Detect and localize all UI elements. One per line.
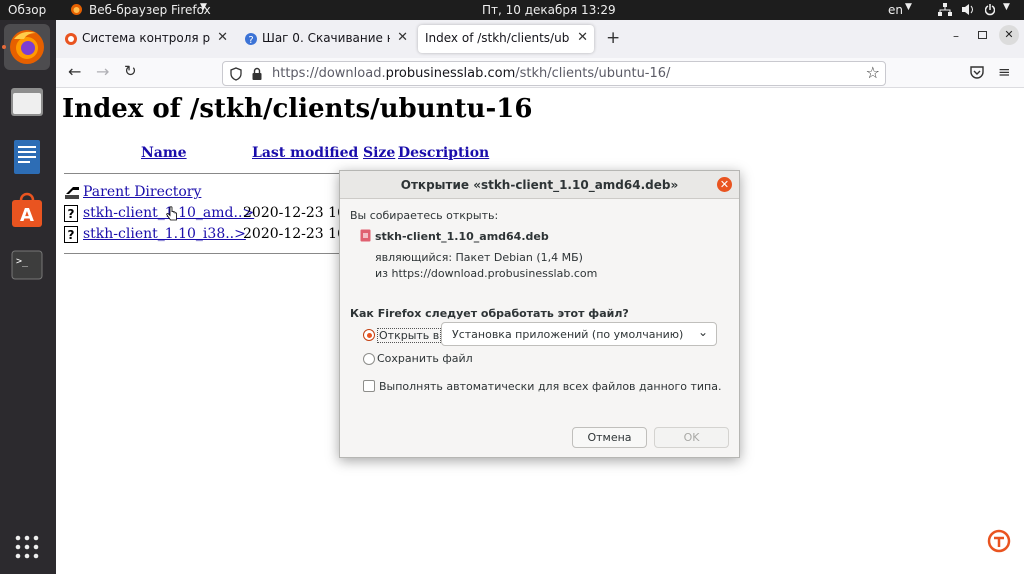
tab-bar: Система контроля рабо ✕ ? Шаг 0. Скачива… [56, 20, 1024, 58]
url-bar[interactable]: https://download.probusinesslab.com/stkh… [222, 61, 886, 86]
chevron-down-icon: ▼ [200, 2, 207, 12]
dock-terminal[interactable]: >_ [4, 242, 50, 288]
svg-text:A: A [20, 205, 34, 226]
divider [64, 173, 346, 174]
chevron-down-icon: ▼ [905, 2, 912, 12]
maximize-icon[interactable] [978, 31, 987, 39]
tab-1[interactable]: Система контроля рабо ✕ [58, 25, 234, 53]
top-bar: Обзор Веб-браузер Firefox ▼ Пт, 10 декаб… [0, 0, 1024, 20]
app-grid-icon[interactable] [14, 534, 40, 560]
file-date: 2020-12-23 16 [243, 226, 346, 242]
clock[interactable]: Пт, 10 декабря 13:29 [482, 3, 616, 17]
dock-writer[interactable] [4, 134, 50, 180]
column-name-link[interactable]: Name [141, 145, 187, 161]
language-indicator[interactable]: en [888, 3, 903, 17]
bookmark-star-icon[interactable]: ☆ [866, 63, 880, 82]
chevron-down-icon: ▼ [1003, 2, 1010, 12]
open-with-radio[interactable] [363, 329, 375, 341]
ok-button[interactable]: OK [654, 427, 729, 448]
dock: A >_ [0, 20, 56, 574]
column-modified-link[interactable]: Last modified [252, 145, 358, 161]
auto-action-checkbox[interactable] [363, 380, 375, 392]
terminal-icon: >_ [11, 250, 43, 280]
tab-title: Система контроля рабо [82, 31, 210, 45]
column-size-link[interactable]: Size [363, 145, 395, 161]
save-file-label[interactable]: Сохранить файл [377, 352, 473, 365]
application-select[interactable]: Установка приложений (по умолчанию) ⌄ [441, 322, 717, 346]
unknown-file-icon: ? [64, 226, 78, 243]
divider [64, 253, 346, 254]
back-folder-icon [65, 187, 79, 199]
menu-icon[interactable]: ≡ [998, 63, 1011, 81]
svg-text:>_: >_ [16, 256, 29, 267]
about-to-open-label: Вы собираетесь открыть: [350, 209, 499, 222]
url-text: https://download.probusinesslab.com/stkh… [272, 66, 671, 81]
running-indicator [2, 45, 6, 49]
cancel-button[interactable]: Отмена [572, 427, 647, 448]
software-store-icon: A [12, 192, 42, 227]
power-icon[interactable] [985, 3, 995, 17]
svg-text:?: ? [68, 228, 75, 242]
nav-bar: ← → ↻ https://download.probusinesslab.co… [56, 58, 1024, 88]
file-type: являющийся: Пакет Debian (1,4 МБ) [375, 251, 583, 264]
save-file-radio[interactable] [363, 353, 375, 365]
tab-3-active[interactable]: Index of /stkh/clients/ubunt ✕ [418, 25, 594, 53]
svg-text:?: ? [68, 207, 75, 221]
application-select-value: Установка приложений (по умолчанию) [452, 328, 684, 341]
watermark-logo-icon [987, 529, 1011, 553]
files-icon [11, 88, 43, 116]
shield-icon[interactable] [229, 67, 243, 81]
app-menu[interactable]: Веб-браузер Firefox [89, 3, 211, 17]
minimize-icon[interactable]: – [953, 29, 959, 43]
dock-software[interactable]: A [4, 188, 50, 234]
new-tab-icon[interactable]: + [606, 28, 620, 48]
handling-question: Как Firefox следует обработать этот файл… [350, 307, 629, 320]
open-file-dialog: Открытие «stkh-client_1.10_amd64.deb» ✕ … [339, 170, 740, 458]
open-with-label[interactable]: Открыть в [377, 328, 442, 343]
auto-action-label[interactable]: Выполнять автоматически для всех файлов … [379, 380, 721, 393]
reload-icon[interactable]: ↻ [124, 62, 137, 80]
close-tab-icon[interactable]: ✕ [577, 30, 588, 45]
parent-directory-link[interactable]: Parent Directory [83, 184, 201, 200]
pocket-icon[interactable] [970, 66, 984, 79]
volume-icon[interactable] [961, 3, 975, 16]
file-date: 2020-12-23 16 [243, 205, 346, 221]
tab-favicon-icon [65, 33, 77, 45]
tab-favicon-icon: ? [245, 33, 257, 46]
dialog-close-icon[interactable]: ✕ [717, 177, 732, 192]
back-icon[interactable]: ← [68, 62, 81, 81]
file-source: из https://download.probusinesslab.com [375, 267, 598, 280]
forward-icon[interactable]: → [96, 62, 109, 81]
tab-2[interactable]: ? Шаг 0. Скачивание необ ✕ [238, 25, 414, 53]
tab-title: Index of /stkh/clients/ubunt [425, 31, 570, 45]
dock-files[interactable] [4, 80, 50, 126]
tab-title: Шаг 0. Скачивание необ [262, 31, 390, 45]
svg-text:?: ? [248, 35, 253, 46]
page-title: Index of /stkh/clients/ubuntu-16 [62, 94, 533, 124]
close-window-icon[interactable]: ✕ [999, 25, 1019, 45]
firefox-icon [10, 30, 44, 64]
firefox-small-icon [71, 4, 82, 15]
hand-cursor-icon [166, 206, 177, 221]
chevron-down-icon: ⌄ [697, 325, 708, 339]
activities-button[interactable]: Обзор [8, 3, 46, 17]
column-description-link[interactable]: Description [398, 145, 489, 161]
unknown-file-icon: ? [64, 205, 78, 222]
close-tab-icon[interactable]: ✕ [397, 30, 408, 45]
file-name: stkh-client_1.10_amd64.deb [375, 230, 549, 243]
close-tab-icon[interactable]: ✕ [217, 30, 228, 45]
dock-firefox[interactable] [4, 24, 50, 70]
network-icon[interactable] [938, 3, 952, 16]
lock-icon[interactable] [251, 67, 263, 81]
deb-package-icon [360, 229, 371, 242]
file-link-i386[interactable]: stkh-client_1.10_i38..> [83, 226, 246, 242]
writer-icon [14, 140, 40, 174]
blank-icon [86, 144, 104, 162]
dialog-title: Открытие «stkh-client_1.10_amd64.deb» [340, 171, 739, 199]
